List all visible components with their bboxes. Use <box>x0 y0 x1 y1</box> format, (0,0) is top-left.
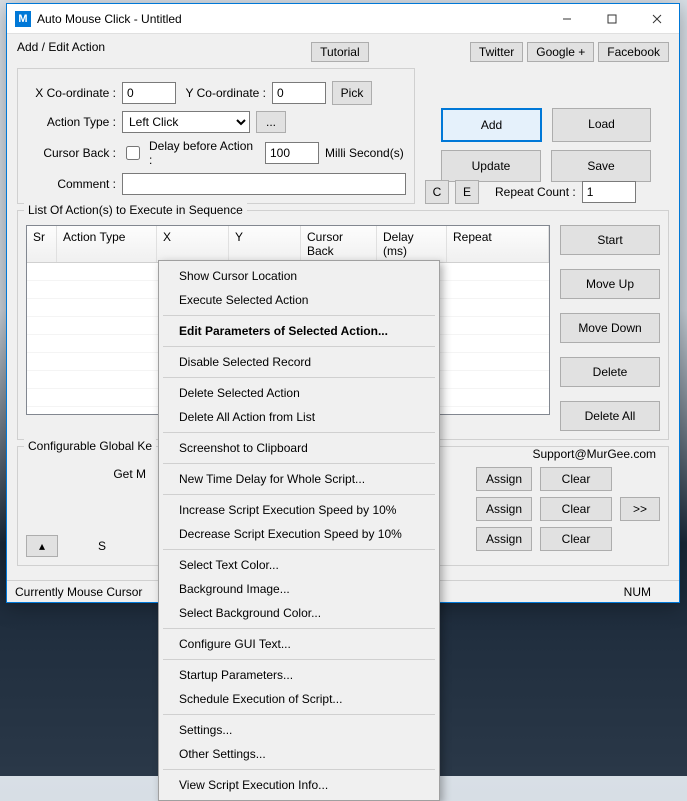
menu-item[interactable]: Select Background Color... <box>161 601 437 625</box>
start-button[interactable]: Start <box>560 225 660 255</box>
cursor-back-label: Cursor Back : <box>26 146 116 160</box>
add-button[interactable]: Add <box>441 108 542 142</box>
assign-button-1[interactable]: Assign <box>476 467 532 491</box>
pick-button[interactable]: Pick <box>332 81 372 105</box>
delay-label: Delay before Action : <box>149 139 259 167</box>
menu-item[interactable]: New Time Delay for Whole Script... <box>161 467 437 491</box>
load-button[interactable]: Load <box>552 108 651 142</box>
action-type-more-button[interactable]: ... <box>256 111 286 133</box>
menu-item[interactable]: Show Cursor Location <box>161 264 437 288</box>
cursor-back-checkbox[interactable] <box>126 146 140 160</box>
x-coord-label: X Co-ordinate : <box>26 86 116 100</box>
clear-button-2[interactable]: Clear <box>540 497 612 521</box>
menu-item[interactable]: Select Text Color... <box>161 553 437 577</box>
col-repeat[interactable]: Repeat <box>447 226 549 262</box>
menu-item[interactable]: View Script Execution Info... <box>161 773 437 797</box>
menu-separator <box>163 769 435 770</box>
x-coord-input[interactable] <box>122 82 176 104</box>
app-icon: M <box>15 11 31 27</box>
facebook-button[interactable]: Facebook <box>598 42 669 62</box>
delay-units-label: Milli Second(s) <box>325 146 404 160</box>
titlebar: M Auto Mouse Click - Untitled <box>7 4 679 34</box>
add-edit-legend: Add / Edit Action <box>17 40 105 60</box>
col-y[interactable]: Y <box>229 226 301 262</box>
col-sr[interactable]: Sr <box>27 226 57 262</box>
update-button[interactable]: Update <box>441 150 541 182</box>
menu-separator <box>163 714 435 715</box>
moveup-button[interactable]: Move Up <box>560 269 660 299</box>
status-numlock: NUM <box>624 585 651 599</box>
action-type-select[interactable]: Left Click <box>122 111 250 133</box>
table-header: Sr Action Type X Y Cursor Back Delay (ms… <box>27 226 549 263</box>
config-legend: Configurable Global Ke <box>24 439 156 453</box>
menu-separator <box>163 659 435 660</box>
menu-separator <box>163 377 435 378</box>
close-button[interactable] <box>634 4 679 34</box>
clear-button-3[interactable]: Clear <box>540 527 612 551</box>
add-edit-group: X Co-ordinate : Y Co-ordinate : Pick Act… <box>17 68 415 204</box>
menu-item[interactable]: Other Settings... <box>161 742 437 766</box>
menu-item[interactable]: Background Image... <box>161 577 437 601</box>
col-action-type[interactable]: Action Type <box>57 226 157 262</box>
assign-button-2[interactable]: Assign <box>476 497 532 521</box>
col-delay[interactable]: Delay (ms) <box>377 226 447 262</box>
updown-button[interactable]: ▴ <box>26 535 58 557</box>
col-cursor-back[interactable]: Cursor Back <box>301 226 377 262</box>
comment-input[interactable] <box>122 173 406 195</box>
menu-separator <box>163 346 435 347</box>
repeat-count-label: Repeat Count : <box>495 185 576 199</box>
repeat-count-input[interactable] <box>582 181 636 203</box>
menu-item[interactable]: Edit Parameters of Selected Action... <box>161 319 437 343</box>
menu-item[interactable]: Configure GUI Text... <box>161 632 437 656</box>
minimize-button[interactable] <box>544 4 589 34</box>
menu-item[interactable]: Schedule Execution of Script... <box>161 687 437 711</box>
save-button[interactable]: Save <box>551 150 651 182</box>
menu-separator <box>163 494 435 495</box>
menu-separator <box>163 463 435 464</box>
menu-item[interactable]: Decrease Script Execution Speed by 10% <box>161 522 437 546</box>
menu-item[interactable]: Screenshot to Clipboard <box>161 436 437 460</box>
menu-separator <box>163 628 435 629</box>
col-x[interactable]: X <box>157 226 229 262</box>
action-list-legend: List Of Action(s) to Execute in Sequence <box>24 203 247 217</box>
delay-input[interactable] <box>265 142 319 164</box>
tutorial-button[interactable]: Tutorial <box>311 42 369 62</box>
twitter-button[interactable]: Twitter <box>470 42 523 62</box>
menu-separator <box>163 432 435 433</box>
window-title: Auto Mouse Click - Untitled <box>37 12 544 26</box>
delete-button[interactable]: Delete <box>560 357 660 387</box>
movedown-button[interactable]: Move Down <box>560 313 660 343</box>
c-button[interactable]: C <box>425 180 449 204</box>
support-link[interactable]: Support@MurGee.com <box>532 447 656 461</box>
clear-button-1[interactable]: Clear <box>540 467 612 491</box>
status-left: Currently Mouse Cursor <box>15 585 142 599</box>
menu-item[interactable]: Disable Selected Record <box>161 350 437 374</box>
menu-item[interactable]: Delete All Action from List <box>161 405 437 429</box>
assign-button-3[interactable]: Assign <box>476 527 532 551</box>
s-label: S <box>98 539 106 553</box>
e-button[interactable]: E <box>455 180 479 204</box>
maximize-button[interactable] <box>589 4 634 34</box>
menu-item[interactable]: Increase Script Execution Speed by 10% <box>161 498 437 522</box>
context-menu: Show Cursor LocationExecute Selected Act… <box>158 260 440 801</box>
deleteall-button[interactable]: Delete All <box>560 401 660 431</box>
comment-label: Comment : <box>26 177 116 191</box>
more-button[interactable]: >> <box>620 497 660 521</box>
y-coord-label: Y Co-ordinate : <box>182 86 266 100</box>
y-coord-input[interactable] <box>272 82 326 104</box>
menu-separator <box>163 549 435 550</box>
get-m-label: Get M <box>26 467 146 481</box>
main-button-column: Add Load Update Save <box>441 108 651 182</box>
google-button[interactable]: Google + <box>527 42 594 62</box>
menu-item[interactable]: Delete Selected Action <box>161 381 437 405</box>
menu-item[interactable]: Execute Selected Action <box>161 288 437 312</box>
action-type-label: Action Type : <box>26 115 116 129</box>
menu-separator <box>163 315 435 316</box>
menu-item[interactable]: Startup Parameters... <box>161 663 437 687</box>
menu-item[interactable]: Settings... <box>161 718 437 742</box>
